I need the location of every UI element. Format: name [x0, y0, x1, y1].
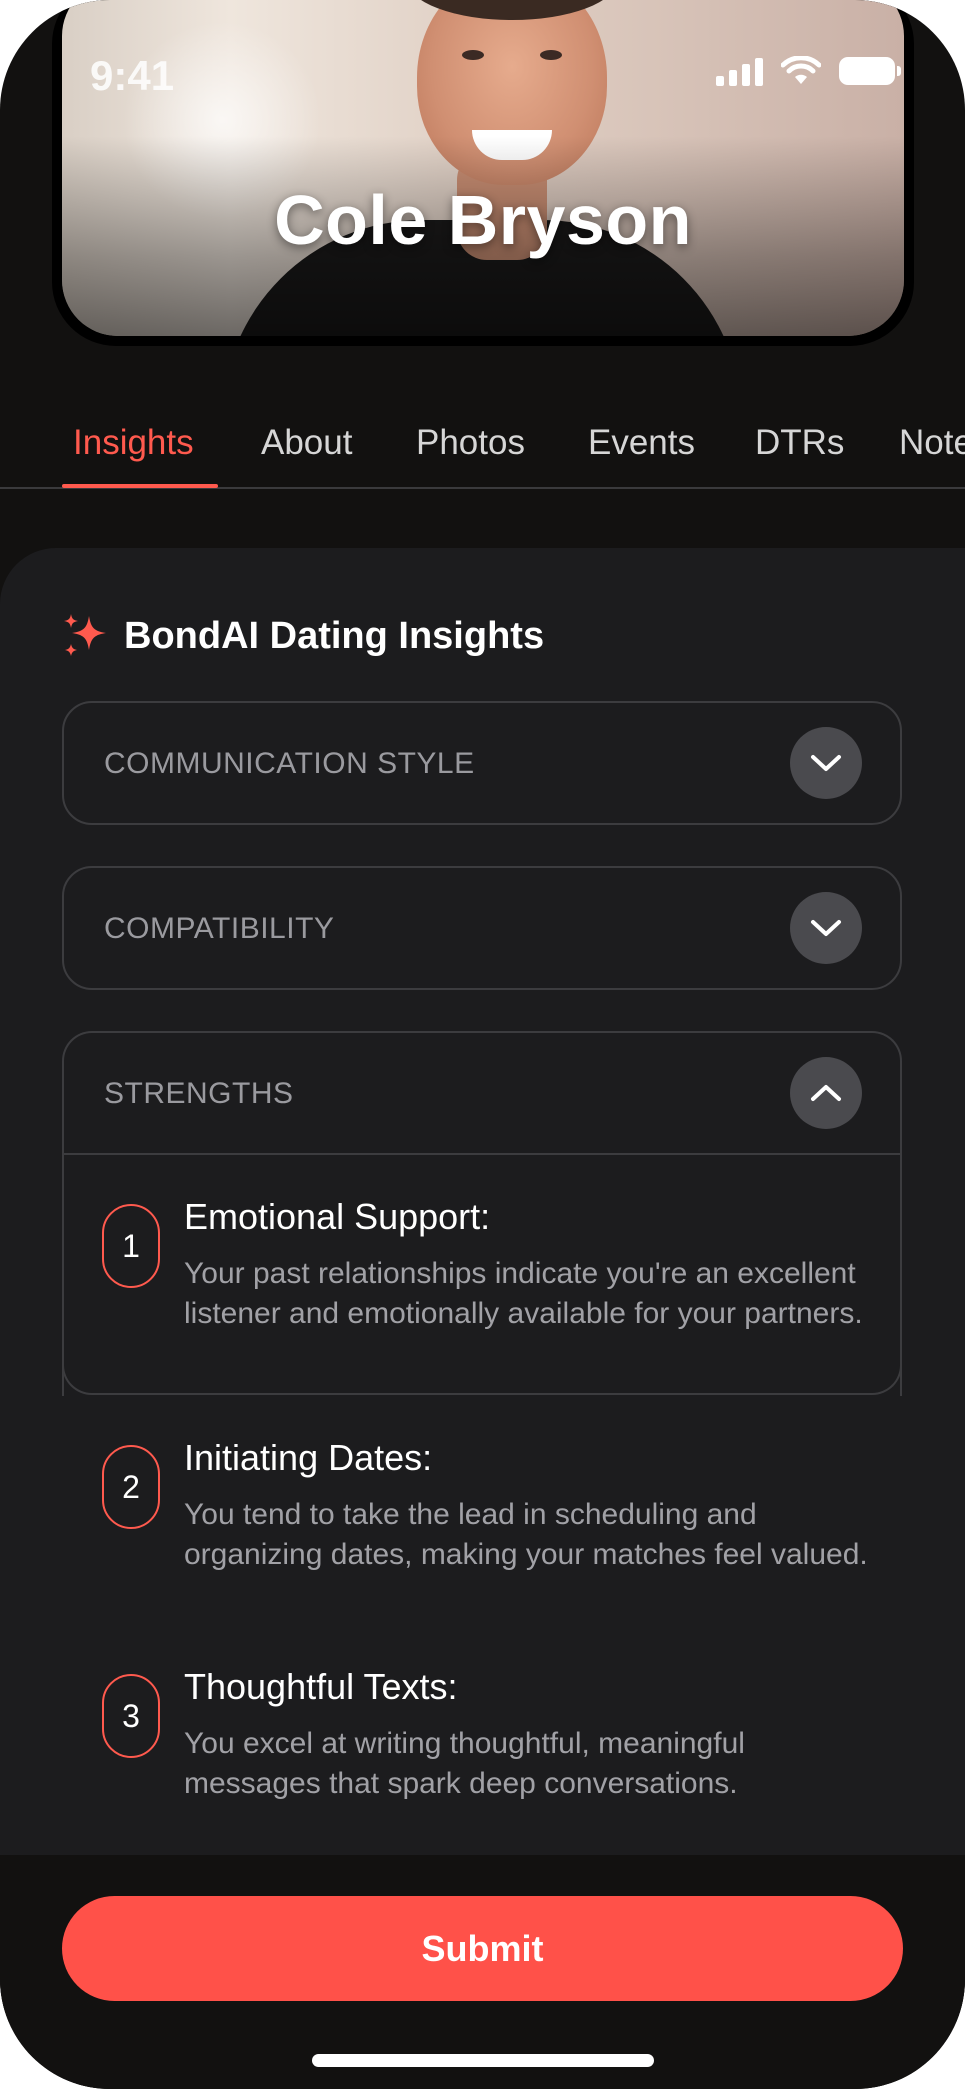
accordion-compatibility[interactable]: COMPATIBILITY [62, 866, 902, 990]
status-icons [716, 56, 901, 86]
battery-icon [839, 57, 901, 85]
chevron-down-icon [811, 755, 841, 771]
accordion-communication-style[interactable]: COMMUNICATION STYLE [62, 701, 902, 825]
item-description: You excel at writing thoughtful, meaning… [184, 1727, 745, 1800]
profile-hero: Cole Bryson [52, 0, 914, 346]
profile-name: Cole Bryson [274, 181, 692, 259]
chevron-down-icon [811, 920, 841, 936]
item-title: Initiating Dates: [184, 1437, 433, 1478]
active-tab-indicator [62, 484, 218, 488]
profile-tabs: Insights About Photos Events DTRs Notes [0, 405, 965, 489]
cellular-signal-icon [716, 56, 763, 86]
item-description: You tend to take the lead in scheduling … [184, 1498, 868, 1571]
accordion-label: COMMUNICATION STYLE [104, 747, 475, 780]
collapse-button[interactable] [790, 1057, 862, 1129]
chevron-up-icon [811, 1085, 841, 1101]
tab-about[interactable]: About [261, 423, 352, 463]
item-number-badge: 3 [102, 1674, 160, 1758]
accordion-label: COMPATIBILITY [104, 912, 335, 945]
phone-screen: Cole Bryson 9:41 Insights About Photos E… [0, 0, 965, 2089]
expand-button[interactable] [790, 892, 862, 964]
insights-header: BondAI Dating Insights [62, 612, 544, 660]
insights-title: BondAI Dating Insights [124, 614, 545, 657]
tab-notes[interactable]: Notes [899, 423, 965, 463]
item-number-badge: 1 [102, 1204, 160, 1288]
item-description: Your past relationships indicate you're … [184, 1257, 863, 1330]
expand-button[interactable] [790, 727, 862, 799]
item-number-badge: 2 [102, 1445, 160, 1529]
tab-photos[interactable]: Photos [416, 423, 525, 463]
profile-photo [62, 0, 904, 336]
wifi-icon [781, 56, 821, 84]
tab-events[interactable]: Events [588, 423, 695, 463]
accordion-label: STRENGTHS [104, 1077, 294, 1110]
tab-dtrs[interactable]: DTRs [755, 423, 844, 463]
home-indicator [312, 2054, 654, 2067]
submit-button[interactable]: Submit [62, 1896, 903, 2001]
item-title: Emotional Support: [184, 1196, 491, 1237]
status-time: 9:41 [90, 52, 175, 99]
tab-insights[interactable]: Insights [73, 423, 194, 463]
item-title: Thoughtful Texts: [184, 1666, 458, 1707]
sparkles-icon [64, 614, 106, 656]
